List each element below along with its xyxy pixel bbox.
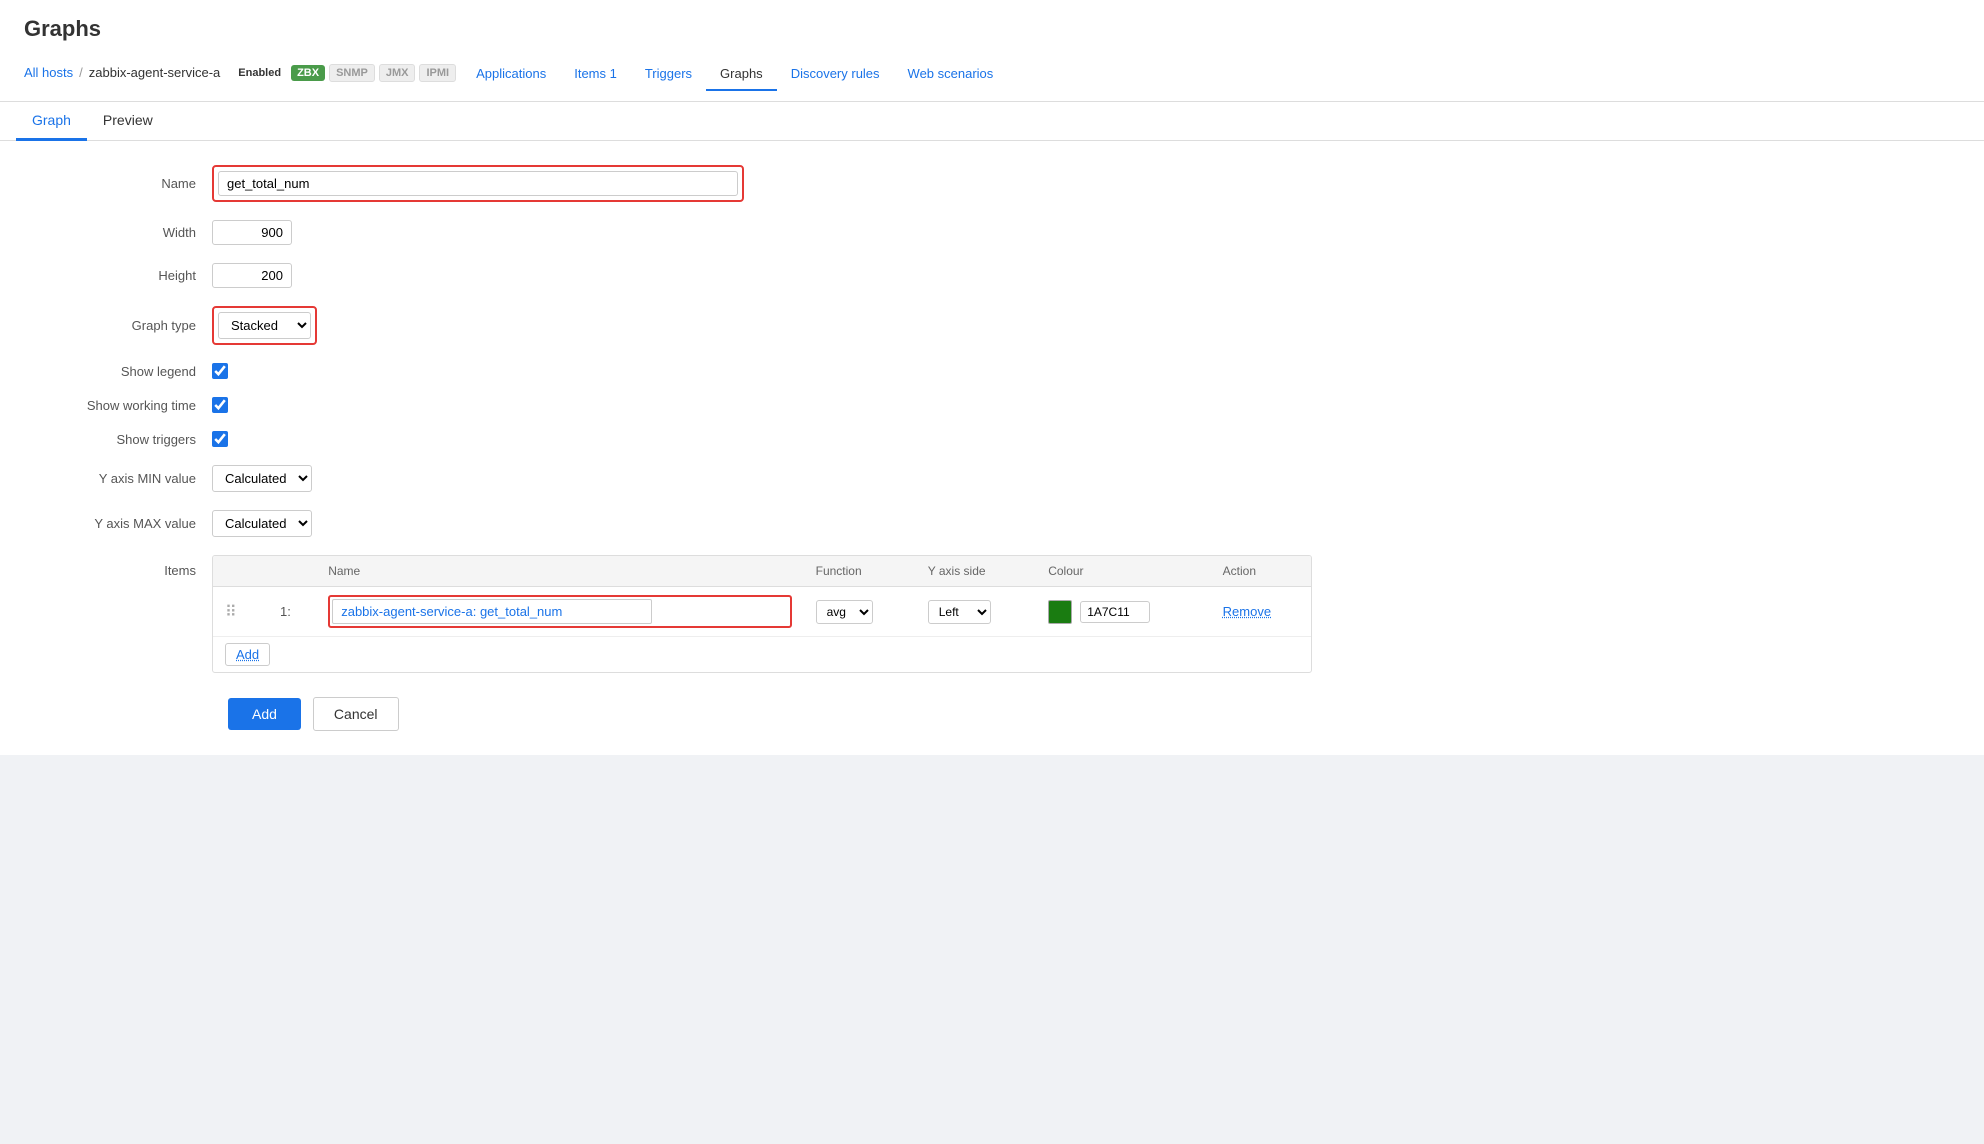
- tab-preview[interactable]: Preview: [87, 102, 169, 141]
- add-item-cell: Add: [213, 637, 1311, 673]
- item-name-wrapper: [328, 595, 791, 628]
- show-legend-checkbox[interactable]: [212, 363, 228, 379]
- height-input[interactable]: [212, 263, 292, 288]
- items-section: Items Name Function Y axis side Colour A…: [32, 555, 1952, 673]
- y-axis-max-select[interactable]: Calculated Fixed Item: [212, 510, 312, 537]
- nav-discovery[interactable]: Discovery rules: [777, 58, 894, 91]
- badge-ipmi: IPMI: [419, 64, 456, 82]
- form-actions: Add Cancel: [32, 697, 1952, 731]
- y-axis-min-row: Y axis MIN value Calculated Fixed Item: [32, 465, 1952, 492]
- add-button[interactable]: Add: [228, 698, 301, 730]
- item-name-input[interactable]: [332, 599, 652, 624]
- col-name: Name: [316, 556, 803, 587]
- items-label: Items: [32, 555, 212, 578]
- height-row: Height: [32, 263, 1952, 288]
- show-triggers-checkbox[interactable]: [212, 431, 228, 447]
- breadcrumb-all-hosts[interactable]: All hosts: [24, 65, 73, 80]
- add-item-row: Add: [213, 637, 1311, 673]
- col-function: Function: [804, 556, 916, 587]
- show-legend-row: Show legend: [32, 363, 1952, 379]
- name-input[interactable]: [218, 171, 738, 196]
- name-input-wrapper: [212, 165, 744, 202]
- drag-handle-cell: ⠿: [213, 587, 268, 637]
- show-working-time-checkbox[interactable]: [212, 397, 228, 413]
- content-area: Graph Preview Name Width Height Graph ty…: [0, 102, 1984, 755]
- y-axis-max-row: Y axis MAX value Calculated Fixed Item: [32, 510, 1952, 537]
- badge-jmx: JMX: [379, 64, 416, 82]
- colour-input[interactable]: [1080, 601, 1150, 623]
- col-y-axis-side: Y axis side: [916, 556, 1036, 587]
- y-axis-side-cell: Left Right: [916, 587, 1036, 637]
- width-label: Width: [32, 225, 212, 240]
- breadcrumb-separator: /: [79, 65, 83, 80]
- show-working-time-label: Show working time: [32, 398, 212, 413]
- remove-link[interactable]: Remove: [1223, 604, 1271, 619]
- show-legend-label: Show legend: [32, 364, 212, 379]
- show-working-time-row: Show working time: [32, 397, 1952, 413]
- colour-cell: [1036, 587, 1210, 637]
- page-title: Graphs: [24, 16, 1960, 42]
- graph-type-label: Graph type: [32, 318, 212, 333]
- colour-swatch[interactable]: [1048, 600, 1072, 624]
- name-label: Name: [32, 176, 212, 191]
- table-row: ⠿ 1: m: [213, 587, 1311, 637]
- width-row: Width: [32, 220, 1952, 245]
- badge-zbx: ZBX: [291, 65, 325, 81]
- function-cell: min avg max all last: [804, 587, 916, 637]
- y-axis-min-select[interactable]: Calculated Fixed Item: [212, 465, 312, 492]
- col-num: [268, 556, 316, 587]
- tab-bar: Graph Preview: [0, 102, 1984, 141]
- nav-web[interactable]: Web scenarios: [894, 58, 1008, 91]
- items-table-wrapper: Name Function Y axis side Colour Action …: [212, 555, 1312, 673]
- form-area: Name Width Height Graph type Normal Stac…: [0, 141, 1984, 755]
- breadcrumb: All hosts / zabbix-agent-service-a Enabl…: [24, 54, 1960, 91]
- tab-graph[interactable]: Graph: [16, 102, 87, 141]
- nav-applications[interactable]: Applications: [462, 58, 560, 91]
- graph-type-select[interactable]: Normal Stacked Pie Exploded: [218, 312, 311, 339]
- nav-items[interactable]: Items 1: [560, 58, 631, 91]
- item-name-cell: [316, 587, 803, 637]
- height-label: Height: [32, 268, 212, 283]
- col-colour: Colour: [1036, 556, 1210, 587]
- nav-graphs[interactable]: Graphs: [706, 58, 777, 91]
- colour-wrapper: [1048, 600, 1198, 624]
- graph-type-row: Graph type Normal Stacked Pie Exploded: [32, 306, 1952, 345]
- show-triggers-row: Show triggers: [32, 431, 1952, 447]
- items-table: Name Function Y axis side Colour Action …: [213, 556, 1311, 672]
- function-select[interactable]: min avg max all last: [816, 600, 873, 624]
- top-nav: Applications Items 1 Triggers Graphs Dis…: [462, 58, 1007, 91]
- badge-enabled: Enabled: [232, 65, 287, 81]
- badge-snmp: SNMP: [329, 64, 375, 82]
- page-header: Graphs All hosts / zabbix-agent-service-…: [0, 0, 1984, 102]
- width-input[interactable]: [212, 220, 292, 245]
- breadcrumb-host: zabbix-agent-service-a: [89, 65, 221, 80]
- cancel-button[interactable]: Cancel: [313, 697, 399, 731]
- y-axis-side-select[interactable]: Left Right: [928, 600, 991, 624]
- y-axis-max-label: Y axis MAX value: [32, 516, 212, 531]
- col-drag: [213, 556, 268, 587]
- col-action: Action: [1211, 556, 1311, 587]
- show-triggers-label: Show triggers: [32, 432, 212, 447]
- y-axis-min-label: Y axis MIN value: [32, 471, 212, 486]
- nav-triggers[interactable]: Triggers: [631, 58, 706, 91]
- name-row: Name: [32, 165, 1952, 202]
- drag-handle-icon[interactable]: ⠿: [225, 604, 241, 621]
- row-num-cell: 1:: [268, 587, 316, 637]
- host-status: Enabled ZBX SNMP JMX IPMI: [232, 64, 456, 82]
- row-number: 1:: [280, 604, 291, 619]
- add-item-button[interactable]: Add: [225, 643, 270, 666]
- action-cell: Remove: [1211, 587, 1311, 637]
- graph-type-wrapper: Normal Stacked Pie Exploded: [212, 306, 317, 345]
